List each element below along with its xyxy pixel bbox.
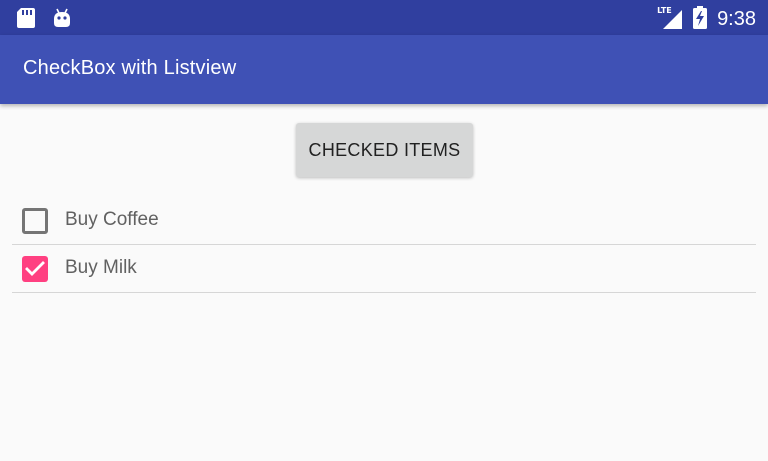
app-bar: CheckBox with Listview bbox=[0, 35, 768, 104]
app-title: CheckBox with Listview bbox=[23, 57, 237, 79]
status-bar-right-icons: LTE 9:38 bbox=[657, 5, 756, 33]
status-bar-time: 9:38 bbox=[717, 8, 756, 30]
checkmark-icon bbox=[25, 261, 45, 276]
checked-items-button[interactable]: CHECKED ITEMS bbox=[296, 123, 473, 177]
list-item[interactable]: Buy Milk bbox=[12, 245, 756, 293]
list-item[interactable]: Buy Coffee bbox=[12, 197, 756, 245]
list-item-label: Buy Coffee bbox=[65, 209, 159, 230]
checkbox-checked[interactable] bbox=[22, 256, 48, 282]
android-icon bbox=[52, 7, 72, 29]
item-list: Buy Coffee Buy Milk bbox=[12, 197, 756, 293]
lte-signal-icon: LTE bbox=[657, 6, 683, 31]
checkbox-unchecked[interactable] bbox=[22, 208, 48, 234]
status-bar-left-icons bbox=[16, 7, 72, 29]
list-item-label: Buy Milk bbox=[65, 257, 137, 278]
sd-card-icon bbox=[16, 7, 36, 29]
status-bar: LTE 9:38 bbox=[0, 0, 768, 35]
lte-label: LTE bbox=[657, 6, 672, 15]
battery-charging-icon bbox=[693, 5, 708, 33]
